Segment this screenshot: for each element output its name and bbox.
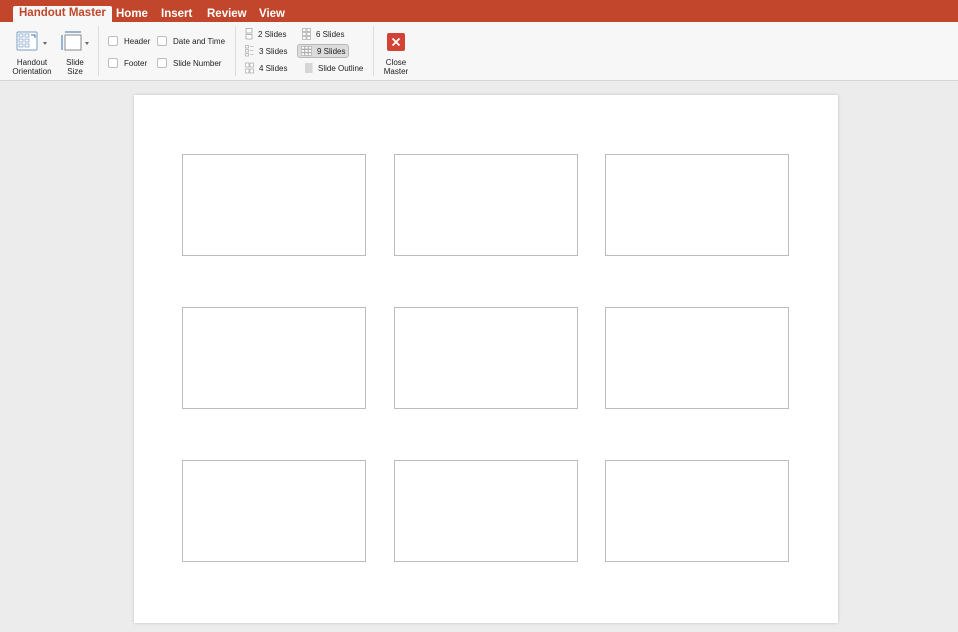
slide-size-label-2: Size [67, 67, 83, 76]
footer-checkbox-label: Footer [124, 58, 148, 68]
date-time-checkbox-label: Date and Time [173, 36, 226, 46]
header-checkbox[interactable]: Header [108, 35, 150, 47]
ribbon-tab-bar: Handout Master Home Insert Review View [0, 0, 958, 22]
slide-placeholder[interactable] [182, 460, 366, 562]
handout-orientation-label-2: Orientation [12, 67, 52, 76]
header-checkbox-label: Header [124, 36, 151, 46]
layout-4-slides-button[interactable]: 4 Slides [242, 61, 290, 75]
layout-6-slides-label: 6 Slides [316, 29, 345, 39]
footer-checkbox[interactable]: Footer [108, 57, 147, 69]
slide-placeholder[interactable] [394, 154, 578, 256]
close-icon [391, 37, 401, 47]
slide-number-checkbox[interactable]: Slide Number [157, 57, 221, 69]
slide-placeholder[interactable] [605, 460, 789, 562]
tab-review[interactable]: Review [207, 7, 247, 22]
two-slides-icon [245, 28, 253, 40]
close-master-label: Close Master [378, 58, 414, 76]
checkbox-box [108, 36, 118, 46]
chevron-down-icon [85, 42, 89, 45]
group-divider [98, 26, 99, 76]
six-slides-icon [302, 28, 311, 40]
checkbox-box [157, 36, 167, 46]
handout-orientation-button[interactable]: Handout Orientation [8, 25, 56, 80]
handout-orientation-icon [16, 31, 38, 51]
slide-placeholder[interactable] [605, 154, 789, 256]
ribbon: Handout Orientation Slide Size Header Da… [0, 22, 958, 81]
slide-outline-icon [305, 63, 313, 73]
close-master-label-2: Master [383, 67, 409, 76]
layout-2-slides-label: 2 Slides [258, 29, 287, 39]
slide-size-label-1: Slide [66, 58, 84, 67]
slide-placeholder[interactable] [605, 307, 789, 409]
editing-workspace [0, 81, 958, 632]
layout-9-slides-label: 9 Slides [317, 46, 346, 56]
tab-home[interactable]: Home [116, 7, 148, 22]
handout-orientation-label-1: Handout [16, 58, 48, 67]
layout-2-slides-button[interactable]: 2 Slides [242, 27, 289, 41]
handout-page[interactable] [134, 95, 838, 623]
slide-size-icon [61, 31, 82, 51]
layout-3-slides-button[interactable]: 3 Slides [242, 44, 290, 58]
checkbox-box [108, 58, 118, 68]
layout-3-slides-label: 3 Slides [259, 46, 288, 56]
tab-handout-master[interactable]: Handout Master [13, 6, 112, 22]
layout-slide-outline-label: Slide Outline [318, 63, 364, 73]
slide-placeholder[interactable] [182, 307, 366, 409]
chevron-down-icon [43, 42, 47, 45]
tab-view[interactable]: View [259, 7, 285, 22]
close-master-button[interactable] [387, 33, 405, 51]
close-master-label-1: Close [385, 58, 407, 67]
tab-insert[interactable]: Insert [161, 7, 192, 22]
layout-4-slides-label: 4 Slides [259, 63, 288, 73]
date-time-checkbox[interactable]: Date and Time [157, 35, 225, 47]
layout-6-slides-button[interactable]: 6 Slides [299, 27, 347, 41]
slide-size-button[interactable]: Slide Size [58, 25, 94, 80]
layout-slide-outline-button[interactable]: Slide Outline [299, 61, 366, 75]
slide-placeholder[interactable] [182, 154, 366, 256]
three-slides-icon [245, 45, 254, 57]
slide-placeholder[interactable] [394, 307, 578, 409]
layout-9-slides-button[interactable]: 9 Slides [297, 44, 350, 58]
slide-placeholder[interactable] [394, 460, 578, 562]
nine-slides-icon [301, 46, 312, 56]
checkbox-box [157, 58, 167, 68]
group-divider [235, 26, 236, 76]
slide-number-checkbox-label: Slide Number [173, 58, 222, 68]
group-divider [373, 26, 374, 76]
four-slides-icon [245, 62, 254, 74]
